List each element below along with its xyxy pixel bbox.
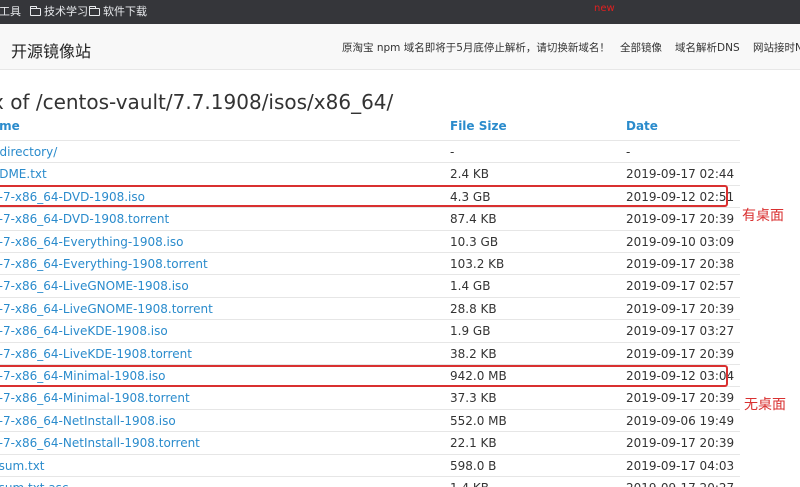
highlight-box-dvd xyxy=(0,185,728,207)
folder-icon xyxy=(30,6,41,16)
file-link[interactable]: S-7-x86_64-Everything-1908.torrent xyxy=(0,257,208,271)
new-badge: new xyxy=(594,3,615,14)
file-date: 2019-09-17 20:39 xyxy=(626,436,735,451)
file-size: 10.3 GB xyxy=(450,234,499,249)
file-date: 2019-09-17 04:03 xyxy=(626,458,735,473)
file-size: 28.8 KB xyxy=(450,301,497,316)
table-row: 5sum.txt 598.0 B 2019-09-17 04:03 xyxy=(0,453,740,476)
file-link[interactable]: S-7-x86_64-NetInstall-1908.iso xyxy=(0,414,176,428)
file-size: 87.4 KB xyxy=(450,212,497,227)
table-row: S-7-x86_64-NetInstall-1908.iso 552.0 MB 20… xyxy=(0,408,740,431)
file-link[interactable]: ADME.txt xyxy=(0,167,47,181)
file-date: 2019-09-17 20:39 xyxy=(626,301,735,316)
file-link[interactable]: S-7-x86_64-LiveKDE-1908.iso xyxy=(0,324,168,338)
file-link[interactable]: S-7-x86_64-LiveKDE-1908.torrent xyxy=(0,347,192,361)
folder-icon xyxy=(89,6,100,16)
bookmarks-bar: 工具 技术学习 软件下载 xyxy=(0,0,800,24)
nav-all-mirrors[interactable]: 全部镜像 xyxy=(620,40,662,55)
highlight-box-minimal xyxy=(0,365,728,387)
table-row: 5sum.txt.asc 1.4 KB 2019-09-17 20:27 xyxy=(0,476,740,487)
file-date: 2019-09-17 20:38 xyxy=(626,257,735,271)
site-navbar: 开源镜像站 原淘宝 npm 域名即将于5月底停止解析，请切换新域名！ 全部镜像 … xyxy=(0,24,800,70)
file-size: 598.0 B xyxy=(450,458,497,473)
file-size: 2.4 KB xyxy=(450,167,489,182)
table-row: S-7-x86_64-NetInstall-1908.torrent 22.1 K… xyxy=(0,431,740,453)
table-row: S-7-x86_64-LiveKDE-1908.torrent 38.2 KB 20… xyxy=(0,341,740,364)
table-row: t directory/ - - xyxy=(0,140,740,162)
file-date: 2019-09-17 02:44 xyxy=(626,167,735,182)
bookmark-tech-learning[interactable]: 技术学习 xyxy=(30,5,88,19)
file-date: - xyxy=(626,145,631,159)
file-date: 2019-09-06 19:49 xyxy=(626,413,735,428)
annotation-no-desktop: 无桌面 xyxy=(744,397,786,413)
file-size: 22.1 KB xyxy=(450,436,497,451)
file-date: 2019-09-17 02:57 xyxy=(626,279,735,294)
table-row: S-7-x86_64-LiveKDE-1908.iso 1.9 GB 2019-09… xyxy=(0,319,740,341)
nav-notice[interactable]: 原淘宝 npm 域名即将于5月底停止解析，请切换新域名！ xyxy=(342,40,610,55)
file-date: 2019-09-17 03:27 xyxy=(626,324,735,339)
table-row: S-7-x86_64-Everything-1908.iso 10.3 GB 201… xyxy=(0,229,740,252)
file-link[interactable]: S-7-x86_64-LiveGNOME-1908.iso xyxy=(0,279,189,293)
column-header-name[interactable]: ame xyxy=(0,119,20,133)
table-row: S-7-x86_64-LiveGNOME-1908.iso 1.4 GB 2019-… xyxy=(0,274,740,296)
column-header-date[interactable]: Date xyxy=(626,119,658,133)
file-date: 2019-09-17 20:39 xyxy=(626,391,735,406)
bookmark-tools[interactable]: 工具 xyxy=(0,5,21,19)
table-row: S-7-x86_64-DVD-1908.torrent 87.4 KB 2019-0… xyxy=(0,207,740,229)
file-link[interactable]: S-7-x86_64-DVD-1908.torrent xyxy=(0,212,169,226)
table-row: ADME.txt 2.4 KB 2019-09-17 02:44 xyxy=(0,162,740,184)
file-link[interactable]: t directory/ xyxy=(0,145,57,159)
nav-dns[interactable]: 域名解析DNS xyxy=(675,40,740,55)
bookmark-label: 软件下载 xyxy=(103,5,147,18)
table-row: S-7-x86_64-LiveGNOME-1908.torrent 28.8 KB… xyxy=(0,296,740,319)
file-size: 1.9 GB xyxy=(450,324,491,339)
file-link[interactable]: S-7-x86_64-LiveGNOME-1908.torrent xyxy=(0,302,213,316)
nav-site-more[interactable]: 网站接时N xyxy=(753,40,800,55)
column-header-size[interactable]: File Size xyxy=(450,119,507,133)
page-title: x of /centos-vault/7.7.1908/isos/x86_64/ xyxy=(0,90,394,114)
file-link[interactable]: S-7-x86_64-NetInstall-1908.torrent xyxy=(0,436,200,450)
file-date: 2019-09-17 20:39 xyxy=(626,212,735,227)
site-brand[interactable]: 开源镜像站 xyxy=(11,38,91,62)
file-size: 1.4 GB xyxy=(450,279,491,294)
table-row: S-7-x86_64-Everything-1908.torrent 103.2 … xyxy=(0,252,740,274)
file-size: 552.0 MB xyxy=(450,413,507,428)
bookmark-label: 技术学习 xyxy=(44,5,88,18)
file-link[interactable]: 5sum.txt.asc xyxy=(0,481,69,487)
file-link[interactable]: S-7-x86_64-Everything-1908.iso xyxy=(0,235,183,249)
file-size: 38.2 KB xyxy=(450,346,497,361)
file-size: - xyxy=(450,145,455,159)
bookmark-software-download[interactable]: 软件下载 xyxy=(89,5,147,19)
table-row: S-7-x86_64-Minimal-1908.torrent 37.3 KB 20… xyxy=(0,386,740,408)
file-date: 2019-09-17 20:27 xyxy=(626,481,734,487)
file-size: 103.2 KB xyxy=(450,257,505,271)
file-link[interactable]: 5sum.txt xyxy=(0,459,45,473)
file-date: 2019-09-10 03:09 xyxy=(626,234,735,249)
file-date: 2019-09-17 20:39 xyxy=(626,346,735,361)
bookmark-label: 工具 xyxy=(0,5,21,18)
file-size: 37.3 KB xyxy=(450,391,497,406)
file-link[interactable]: S-7-x86_64-Minimal-1908.torrent xyxy=(0,391,190,405)
annotation-desktop: 有桌面 xyxy=(742,208,784,224)
file-size: 1.4 KB xyxy=(450,481,489,487)
